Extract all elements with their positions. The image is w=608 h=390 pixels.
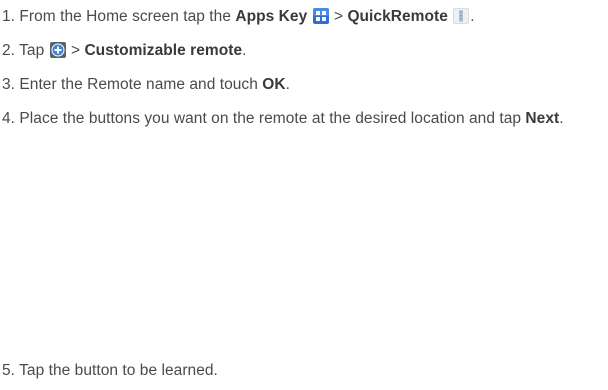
- step-text: Tap: [19, 42, 49, 59]
- step-4: 4. Place the buttons you want on the rem…: [2, 109, 602, 129]
- step-text: Enter the Remote name and touch: [19, 76, 263, 93]
- step-end: .: [470, 8, 475, 25]
- step-3: 3. Enter the Remote name and touch OK.: [2, 75, 602, 95]
- step-number: 5.: [2, 362, 16, 379]
- quickremote-app-icon: [453, 8, 470, 24]
- step-end: .: [242, 42, 247, 59]
- step-number: 1.: [2, 8, 16, 25]
- step-text: From the Home screen tap the: [19, 8, 236, 25]
- step-number: 2.: [2, 42, 16, 59]
- step-text: Tap the button to be learned.: [19, 362, 218, 379]
- step-number: 3.: [2, 76, 16, 93]
- separator: >: [66, 42, 85, 59]
- step-1: 1. From the Home screen tap the Apps Key…: [2, 7, 602, 27]
- step-end: .: [285, 76, 290, 93]
- apps-key-label: Apps Key: [235, 8, 308, 25]
- quickremote-label: QuickRemote: [347, 8, 448, 25]
- ok-label: OK: [262, 76, 286, 93]
- step-end: .: [559, 110, 564, 127]
- add-circle-icon: [49, 42, 66, 58]
- step-number: 4.: [2, 110, 16, 127]
- step-2: 2. Tap > Customizable remote.: [2, 41, 602, 61]
- step-5: 5. Tap the button to be learned.: [2, 361, 602, 381]
- step-text: Place the buttons you want on the remote…: [19, 110, 526, 127]
- next-label: Next: [525, 110, 560, 127]
- separator: >: [329, 8, 348, 25]
- customizable-remote-label: Customizable remote: [84, 42, 243, 59]
- apps-key-icon: [312, 8, 329, 24]
